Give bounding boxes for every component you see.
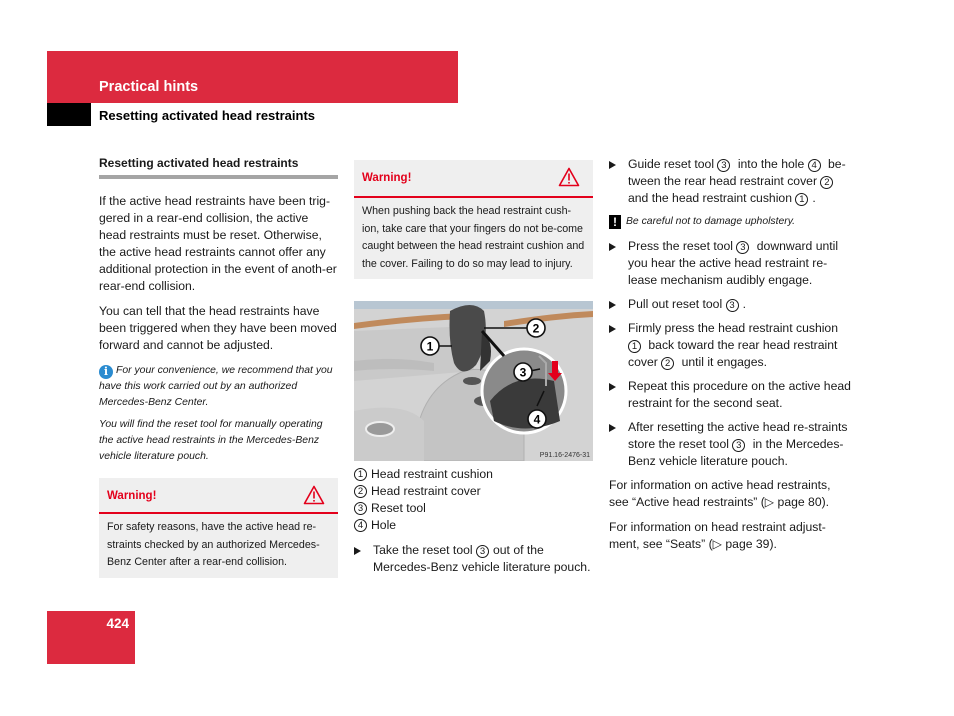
header-marker <box>47 103 91 126</box>
callout-number: 3 <box>475 545 489 559</box>
svg-text:4: 4 <box>534 413 541 427</box>
step-text: Press the reset tool <box>628 239 737 253</box>
info-note: You will find the reset tool for manuall… <box>99 419 323 462</box>
step-text: Firmly press the head restraint cushion <box>628 321 838 335</box>
step-text: until it engages. <box>678 355 767 369</box>
callout-number: 1 <box>795 193 809 207</box>
column-3: Guide reset tool 3 into the hole 4 be-tw… <box>609 156 851 561</box>
step-text: Repeat this procedure on the active head… <box>628 379 851 410</box>
bullet-arrow-icon <box>609 161 616 169</box>
legend-label: Reset tool <box>371 501 426 515</box>
column-2: Warning! When pushing back the head rest… <box>354 160 593 583</box>
instruction-step: After resetting the active head re-strai… <box>609 419 851 470</box>
illustration-svg: 1 2 3 4 P91.16-2476-31 <box>354 301 593 461</box>
note-text: For your convenience, we recommend that … <box>99 365 333 408</box>
callout-number: 3 <box>725 299 739 313</box>
callout-number: 4 <box>807 159 821 173</box>
step-text: Take the reset tool <box>373 543 473 557</box>
bullet-arrow-icon <box>609 243 616 251</box>
warning-title: Warning! <box>362 172 412 184</box>
instruction-step: Press the reset tool 3 downward until yo… <box>609 238 851 289</box>
section-title: Practical hints <box>99 79 199 95</box>
bullet-arrow-icon <box>609 325 616 333</box>
step-text: Pull out reset tool <box>628 297 726 311</box>
subsection-title: Resetting activated head restraints <box>99 108 316 123</box>
info-note: i For your convenience, we recommend that… <box>99 363 338 411</box>
page-number: 424 <box>106 616 129 631</box>
step-text: . <box>812 191 816 205</box>
column-1: Resetting activated head restraints If t… <box>99 156 338 578</box>
step-text: into the hole <box>734 157 808 171</box>
callout-4: 4 <box>527 409 547 429</box>
cross-reference: For information on head restraint adjust… <box>609 520 826 551</box>
warning-body: For safety reasons, have the active head… <box>107 521 320 568</box>
warning-box: Warning! For safety reasons, have the ac… <box>99 478 338 578</box>
bullet-arrow-icon <box>609 383 616 391</box>
paragraph: If the active head restraints have been … <box>99 194 337 293</box>
callout-number: 3 <box>717 159 731 173</box>
callout-number: 3 <box>354 502 367 515</box>
legend-label: Head restraint cushion <box>371 467 493 481</box>
legend-item: 1 Head restraint cushion <box>354 466 593 483</box>
legend: 1 Head restraint cushion 2 Head restraint … <box>354 466 593 534</box>
bullet-arrow-icon <box>609 301 616 309</box>
legend-item: 4 Hole <box>354 517 593 534</box>
svg-text:3: 3 <box>520 366 527 380</box>
callout-number: 1 <box>354 468 367 481</box>
step-text: and the head restraint cushion <box>628 191 796 205</box>
callout-number: 2 <box>820 176 834 190</box>
callout-number: 3 <box>736 241 750 255</box>
legend-item: 2 Head restraint cover <box>354 483 593 500</box>
exclamation-icon: ! <box>609 215 621 229</box>
caution-note: ! Be careful not to damage upholstery. <box>609 214 851 230</box>
callout-number: 1 <box>628 340 641 354</box>
legend-item: 3 Reset tool <box>354 500 593 517</box>
image-code: P91.16-2476-31 <box>540 452 590 459</box>
warning-triangle-icon <box>558 167 580 187</box>
warning-header: Warning! <box>99 478 338 514</box>
instruction-step: Pull out reset tool 3. <box>609 296 851 313</box>
info-icon: i <box>99 365 113 379</box>
cross-reference: For information on active head restraint… <box>609 478 831 509</box>
callout-2: 2 <box>526 318 546 338</box>
caution-text: Be careful not to damage upholstery. <box>626 216 796 227</box>
callout-number: 2 <box>661 357 675 371</box>
column-heading: Resetting activated head restraints <box>99 156 338 179</box>
callout-1: 1 <box>420 336 440 356</box>
svg-text:1: 1 <box>427 340 434 354</box>
warning-header: Warning! <box>354 160 593 198</box>
callout-number: 2 <box>354 485 367 498</box>
header-band <box>47 51 458 103</box>
instruction-step: Repeat this procedure on the active head… <box>609 378 851 412</box>
legend-label: Hole <box>371 518 397 532</box>
warning-title: Warning! <box>107 490 157 502</box>
warning-body: When pushing back the head restraint cus… <box>362 205 585 270</box>
step-text: . <box>742 297 746 311</box>
legend-label: Head restraint cover <box>371 484 481 498</box>
paragraph: You can tell that the head restraints ha… <box>99 304 337 352</box>
step-text: Guide reset tool <box>628 157 718 171</box>
instruction-step: Take the reset tool 3 out of the Mercedes… <box>354 542 593 576</box>
instruction-step: Guide reset tool 3 into the hole 4 be-tw… <box>609 156 851 207</box>
head-restraint-illustration: 1 2 3 4 P91.16-2476-31 <box>354 301 593 461</box>
warning-triangle-icon <box>303 485 325 505</box>
warning-box: Warning! When pushing back the head rest… <box>354 160 593 279</box>
bullet-arrow-icon <box>354 547 361 555</box>
bullet-arrow-icon <box>609 424 616 432</box>
svg-text:2: 2 <box>533 322 540 336</box>
callout-3: 3 <box>513 362 533 382</box>
page-number-box: 424 <box>47 611 135 664</box>
callout-number: 3 <box>732 439 746 453</box>
instruction-step: Firmly press the head restraint cushion … <box>609 320 851 371</box>
callout-number: 4 <box>354 519 367 532</box>
